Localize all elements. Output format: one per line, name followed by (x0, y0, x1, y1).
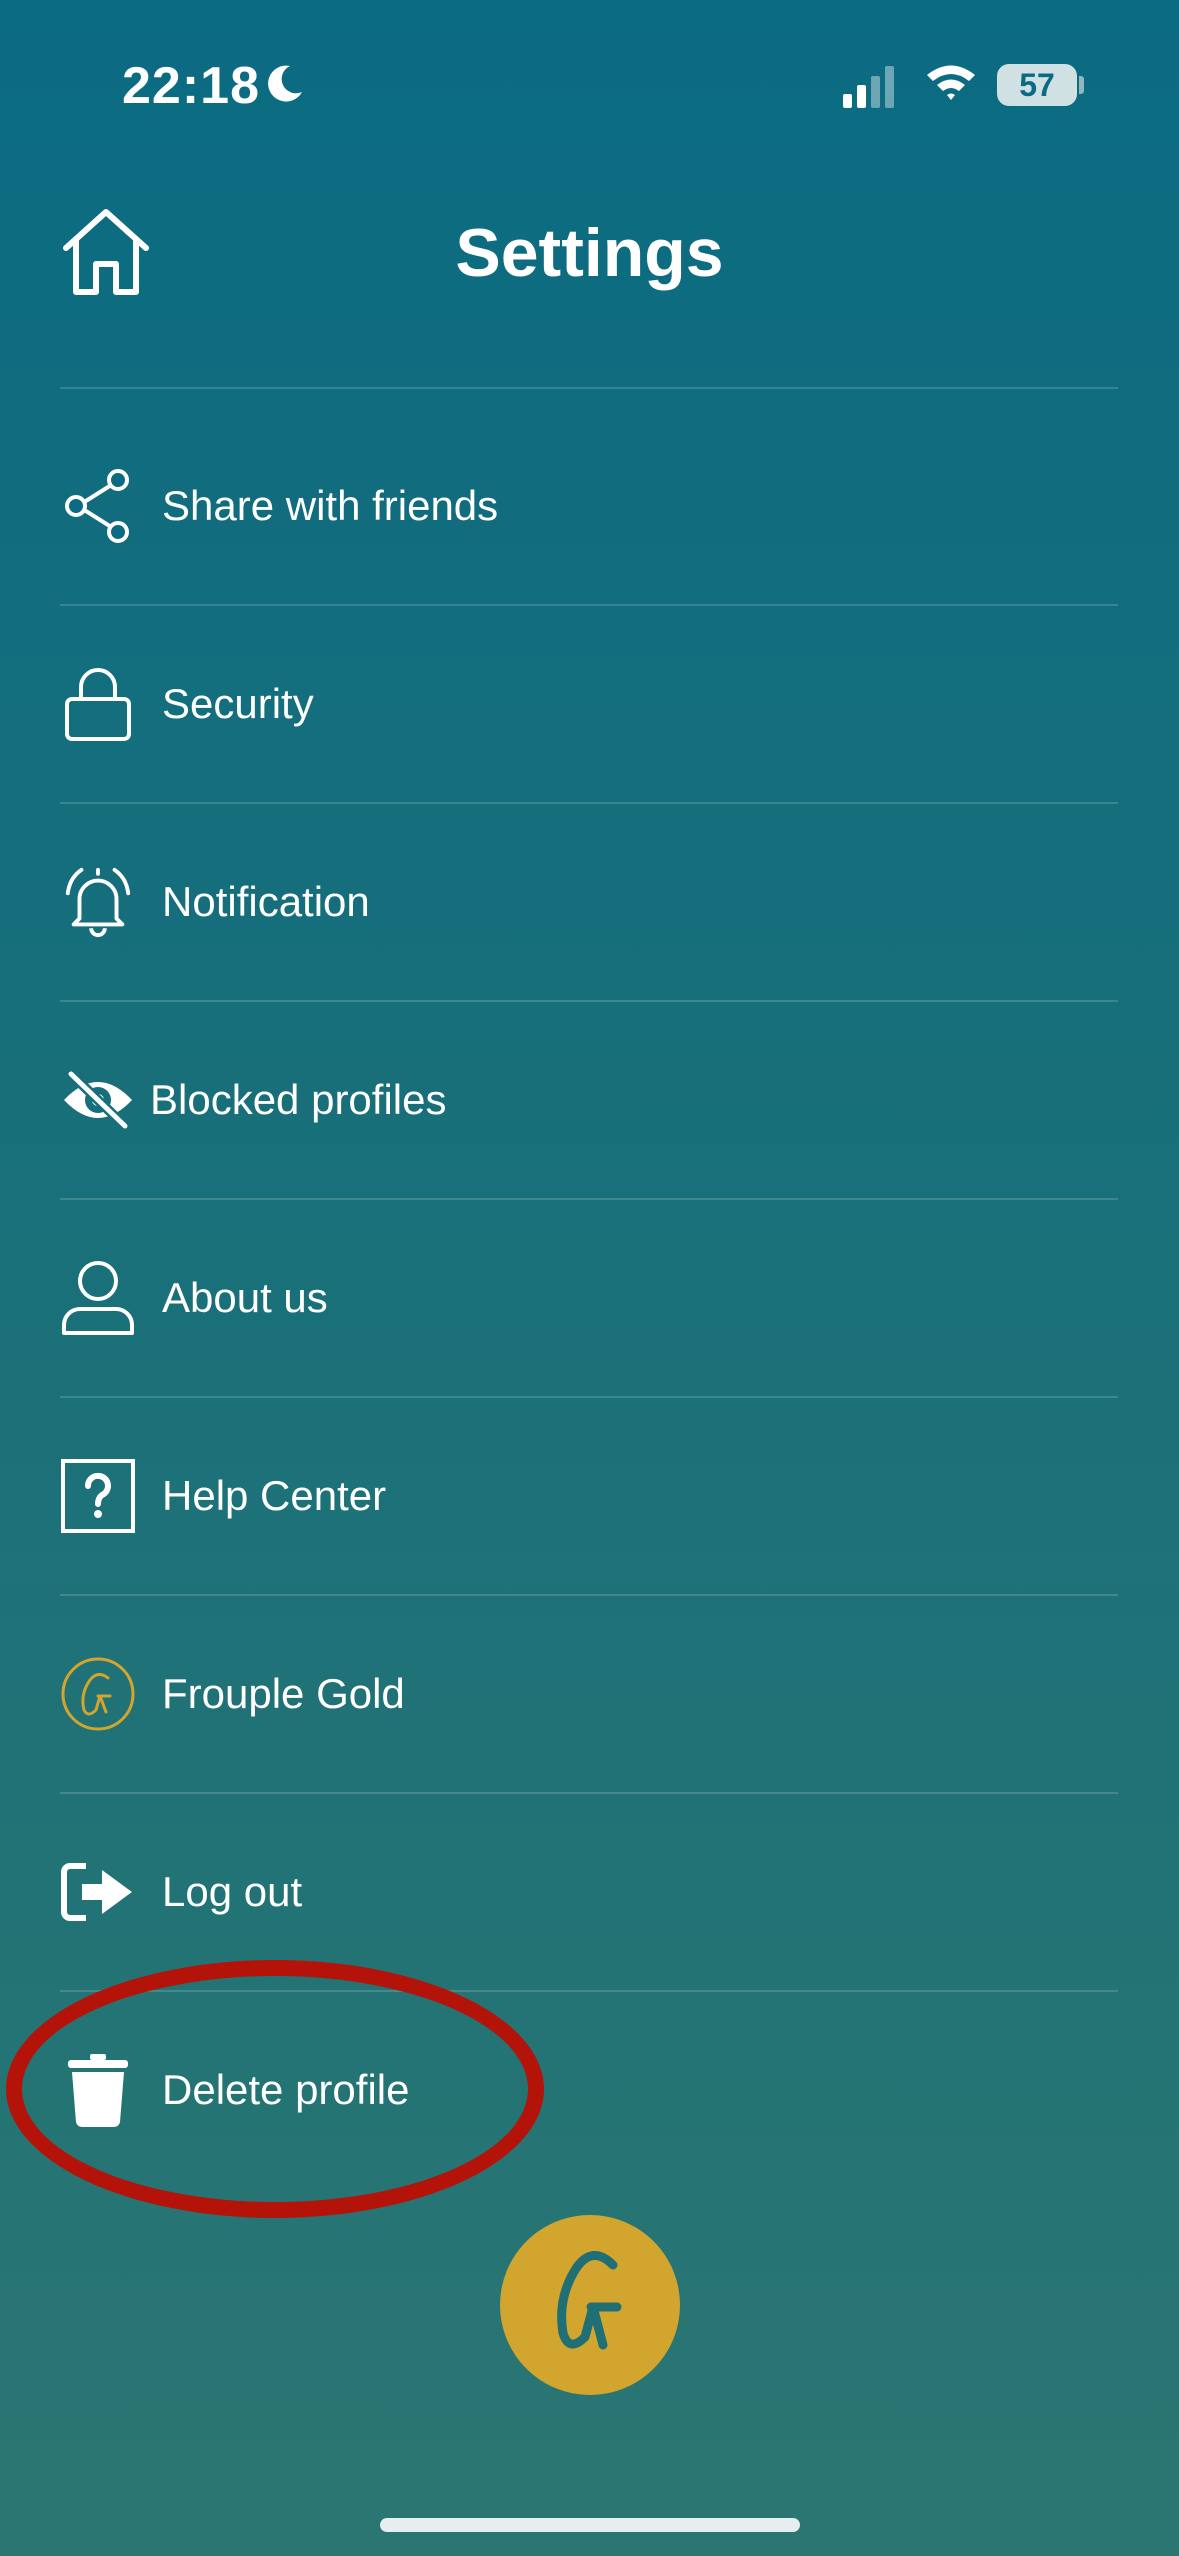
menu-item-label: Security (162, 680, 314, 727)
logout-icon (60, 1854, 136, 1930)
menu-item-notification[interactable]: Notification (60, 827, 1118, 977)
bell-icon (60, 864, 136, 940)
status-time: 22:18 (122, 57, 260, 115)
menu-item-label: Notification (162, 878, 370, 925)
menu-item-label: Frouple Gold (162, 1670, 405, 1717)
menu-item-label: Help Center (162, 1472, 387, 1519)
frouple-gold-button[interactable] (500, 2215, 680, 2395)
lock-icon (60, 666, 136, 742)
divider (60, 604, 1118, 606)
divider (60, 1990, 1118, 1992)
divider (60, 387, 1118, 389)
menu-item-log-out[interactable]: Log out (60, 1817, 1118, 1967)
menu-item-about-us[interactable]: About us (60, 1223, 1118, 1373)
menu-item-security[interactable]: Security (60, 629, 1118, 779)
share-icon (60, 468, 136, 544)
menu-item-blocked-profiles[interactable]: Blocked profiles (60, 1025, 1118, 1175)
menu-item-help-center[interactable]: Help Center (60, 1421, 1118, 1571)
battery-indicator: 57 (997, 64, 1077, 106)
menu-item-label: About us (162, 1274, 328, 1321)
menu-item-delete-profile[interactable]: Delete profile (60, 2015, 1118, 2165)
divider (60, 802, 1118, 804)
wifi-icon (927, 65, 975, 100)
divider (60, 1594, 1118, 1596)
cellular-signal-icon (843, 66, 894, 108)
gold-logo-icon (557, 2251, 622, 2350)
menu-item-label: Blocked profiles (150, 1076, 447, 1123)
page-title: Settings (455, 215, 724, 291)
menu-item-label: Share with friends (162, 482, 499, 529)
menu-item-frouple-gold[interactable]: Frouple Gold (60, 1619, 1118, 1769)
home-indicator (380, 2518, 800, 2532)
moon-icon (268, 65, 302, 102)
user-icon (60, 1260, 136, 1336)
trash-icon (60, 2052, 136, 2128)
gold-logo-icon (60, 1656, 136, 1732)
menu-item-label: Delete profile (162, 2066, 410, 2113)
divider (60, 1198, 1118, 1200)
divider (60, 1396, 1118, 1398)
eye-slash-icon (60, 1062, 136, 1138)
menu-item-label: Log out (162, 1868, 303, 1915)
question-icon (60, 1458, 136, 1534)
divider (60, 1000, 1118, 1002)
menu-item-share[interactable]: Share with friends (60, 431, 1118, 581)
battery-nub (1079, 76, 1084, 94)
divider (60, 1792, 1118, 1794)
